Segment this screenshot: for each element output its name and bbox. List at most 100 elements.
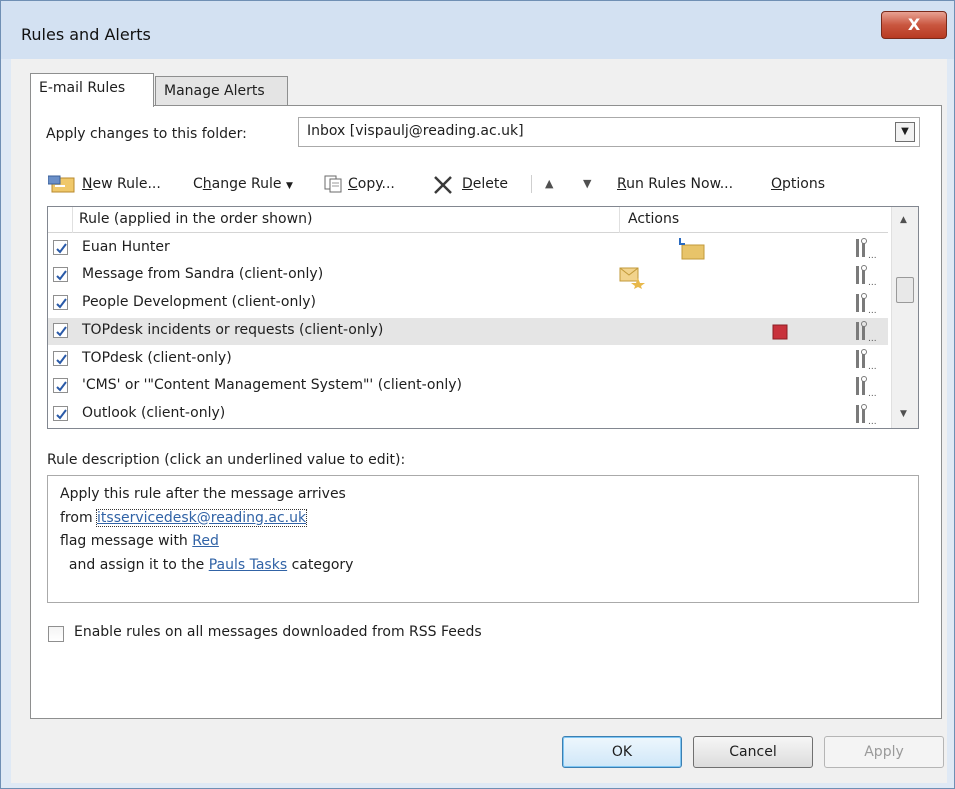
new-rule-button[interactable]: New Rule... [48,172,178,196]
rss-checkbox-label: Enable rules on all messages downloaded … [74,624,482,640]
rule-checkbox[interactable] [53,240,68,255]
description-line: flag message with Red [60,530,906,554]
move-to-folder-icon [679,238,705,260]
window-title: Rules and Alerts [21,25,151,44]
svg-text:...: ... [868,334,877,342]
description-line: and assign it to the Pauls Tasks categor… [60,554,906,578]
svg-text:...: ... [868,306,877,314]
change-rule-mnemonic: h [202,176,212,192]
delete-x-icon [434,176,452,194]
copy-icon [324,175,342,193]
move-down-arrow-icon[interactable]: ▼ [583,172,601,196]
change-rule-button[interactable]: Change Rule ▼ [193,172,318,196]
rule-name: 'CMS' or '"Content Management System"' (… [82,377,462,393]
dropdown-arrow-icon: ▼ [286,181,293,191]
svg-text:...: ... [868,389,877,397]
table-row-selected[interactable]: TOPdesk incidents or requests (client-on… [48,318,888,345]
rule-options-icon[interactable]: ... [853,292,879,314]
column-header-actions[interactable]: Actions [622,207,888,233]
new-rule-label: ew Rule... [92,176,161,192]
tab-email-rules-label: E-mail Rules [39,80,126,96]
copy-mnemonic: C [348,176,358,192]
rule-checkbox[interactable] [53,323,68,338]
svg-text:...: ... [868,251,877,259]
move-up-arrow-icon[interactable]: ▲ [545,172,563,196]
checkmark-icon [56,270,67,281]
svg-text:...: ... [868,417,877,425]
title-bar: Rules and Alerts X [1,1,954,59]
delete-button[interactable]: Delete [432,172,520,196]
table-row[interactable]: 'CMS' or '"Content Management System"' (… [48,373,888,400]
rule-name: Euan Hunter [82,239,170,255]
copy-label: opy... [357,176,395,192]
rule-options-icon[interactable]: ... [853,237,879,259]
tab-manage-alerts[interactable]: Manage Alerts [155,76,288,106]
description-line: from itsservicedesk@reading.ac.uk [60,507,906,531]
rules-list[interactable]: Rule (applied in the order shown) Action… [47,206,919,429]
options-mnemonic: O [771,176,783,192]
chevron-down-icon[interactable]: ▼ [895,122,915,142]
checkmark-icon [56,326,67,337]
run-rules-now-button[interactable]: Run Rules Now... [617,172,762,196]
apply-button[interactable]: Apply [824,736,944,768]
svg-text:...: ... [868,278,877,286]
new-rule-mnemonic: N [82,176,93,192]
checkmark-icon [56,409,67,420]
checkmark-icon [56,354,67,365]
scrollbar-thumb[interactable] [896,277,914,303]
cancel-button[interactable]: Cancel [693,736,813,768]
delete-label: elete [472,176,508,192]
category-square-icon [772,324,788,340]
folder-dropdown-value: Inbox [vispaulj@reading.ac.uk] [307,123,524,139]
copy-button[interactable]: Copy... [324,172,436,196]
rule-checkbox[interactable] [53,351,68,366]
rule-name: TOPdesk incidents or requests (client-on… [82,322,384,338]
checkmark-icon [56,298,67,309]
description-category-suffix: category [287,556,354,573]
rule-options-icon[interactable]: ... [853,403,879,425]
rule-name: Message from Sandra (client-only) [82,266,324,282]
tab-manage-alerts-label: Manage Alerts [164,83,265,99]
new-rule-icon [48,175,75,193]
rss-checkbox[interactable] [48,626,64,642]
category-link[interactable]: Pauls Tasks [209,557,287,573]
rule-checkbox[interactable] [53,267,68,282]
table-row[interactable]: Euan Hunter ... [48,235,888,262]
close-button[interactable]: X [881,11,947,39]
sender-address-link[interactable]: itsservicedesk@reading.ac.uk [96,508,308,527]
checkmark-icon [56,243,67,254]
delete-mnemonic: D [462,176,473,192]
rule-options-icon[interactable]: ... [853,375,879,397]
checkmark-icon [56,381,67,392]
rules-list-scrollbar[interactable]: ▲ ▼ [891,207,918,428]
flag-color-link[interactable]: Red [192,533,219,549]
change-rule-label: ange Rule [211,176,282,192]
rule-checkbox[interactable] [53,295,68,310]
options-label: ptions [782,176,826,192]
table-row[interactable]: TOPdesk (client-only) ... [48,346,888,373]
scroll-up-arrow-icon[interactable]: ▲ [900,215,907,225]
rule-description-label: Rule description (click an underlined va… [47,452,406,468]
folder-dropdown[interactable]: Inbox [vispaulj@reading.ac.uk] ▼ [298,117,920,147]
run-rules-mnemonic: R [617,176,627,192]
scroll-down-arrow-icon[interactable]: ▼ [900,409,907,419]
tab-email-rules[interactable]: E-mail Rules [30,73,154,107]
table-row[interactable]: Outlook (client-only) ... [48,401,888,428]
options-button[interactable]: Options [771,172,841,196]
rule-name: People Development (client-only) [82,294,316,310]
toolbar-divider [531,175,532,193]
rule-options-icon[interactable]: ... [853,320,879,342]
run-rules-label: un Rules Now... [626,176,734,192]
column-header-rule[interactable]: Rule (applied in the order shown) [72,207,620,233]
rule-checkbox[interactable] [53,406,68,421]
rule-options-icon[interactable]: ... [853,348,879,370]
description-from-prefix: from [60,509,98,526]
rule-checkbox[interactable] [53,378,68,393]
ok-button[interactable]: OK [562,736,682,768]
rule-options-icon[interactable]: ... [853,264,879,286]
change-rule-prefix: C [193,176,203,192]
list-header: Rule (applied in the order shown) Action… [48,207,888,233]
table-row[interactable]: People Development (client-only) ... [48,290,888,317]
rule-name: TOPdesk (client-only) [82,350,232,366]
table-row[interactable]: Message from Sandra (client-only) ... [48,262,888,289]
